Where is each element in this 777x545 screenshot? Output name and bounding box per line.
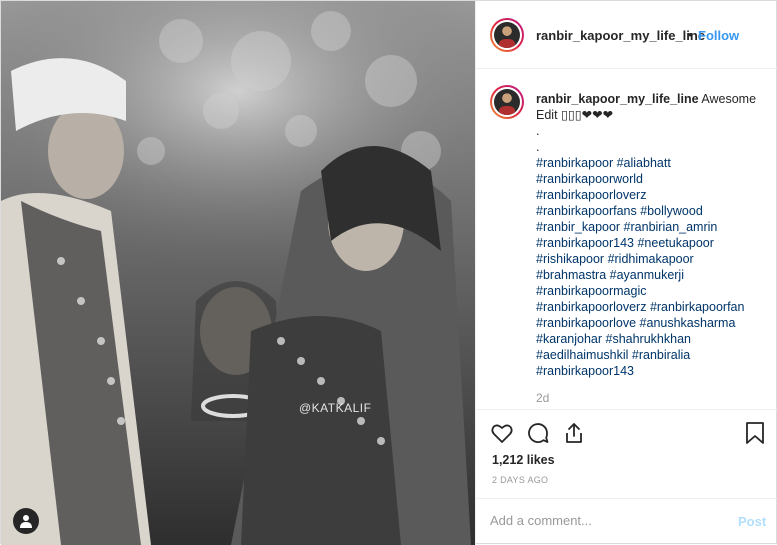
separator-dot: •: [688, 27, 693, 42]
caption-username[interactable]: ranbir_kapoor_my_life_line: [536, 92, 699, 106]
tagged-users-button[interactable]: [13, 508, 39, 534]
post-photo[interactable]: @KATKALIF: [1, 1, 475, 545]
hashtag-line[interactable]: #ranbirkapoorloverz #ranbirkapoorfan: [536, 299, 768, 315]
hashtag-line[interactable]: #karanjohar #shahrukhkhan: [536, 331, 768, 347]
user-tag-icon: [20, 515, 32, 528]
hashtag-line[interactable]: #ranbir_kapoor #ranbirian_amrin: [536, 219, 768, 235]
wedding-photo-illustration: [1, 1, 475, 545]
hashtag-line[interactable]: #ranbirkapoorloverz: [536, 187, 768, 203]
hashtag-line[interactable]: #ranbirkapoormagic: [536, 283, 768, 299]
hashtag-line[interactable]: #ranbirkapoor143 #neetukapoor: [536, 235, 768, 251]
hashtag-line[interactable]: #ranbirkapoor #aliabhatt: [536, 155, 768, 171]
comment-icon: [528, 423, 549, 443]
post-header: ranbir_kapoor_my_life_line • Follow: [476, 1, 777, 69]
author-username[interactable]: ranbir_kapoor_my_life_line: [536, 28, 705, 43]
caption-line: .: [536, 140, 540, 154]
like-count[interactable]: 1,212 likes: [492, 453, 555, 467]
bookmark-icon: [746, 422, 764, 444]
hashtag-line[interactable]: #ranbirkapoor143: [536, 363, 768, 379]
save-button[interactable]: [744, 421, 766, 450]
heart-icon: [491, 424, 513, 443]
hashtag-line[interactable]: #rishikapoor #ridhimakapoor: [536, 251, 768, 267]
like-button[interactable]: [490, 421, 514, 450]
post-date: 2 DAYS AGO: [492, 475, 549, 485]
hashtag-line[interactable]: #brahmastra #ayanmukerji: [536, 267, 768, 283]
hashtag-line[interactable]: #ranbirkapoorfans #bollywood: [536, 203, 768, 219]
share-button[interactable]: [562, 421, 586, 450]
author-avatar[interactable]: [490, 18, 524, 52]
hashtag-line[interactable]: #aedilhaimushkil #ranbiralia: [536, 347, 768, 363]
caption-time-ago: 2d: [536, 391, 550, 405]
comment-input[interactable]: [490, 513, 720, 528]
hashtag-line[interactable]: #ranbirkapoorworld: [536, 171, 768, 187]
follow-button[interactable]: Follow: [698, 28, 739, 43]
caption-line: .: [536, 124, 540, 138]
comment-button[interactable]: [526, 421, 550, 450]
hashtag-list: #ranbirkapoor #aliabhatt #ranbirkapoorwo…: [536, 155, 768, 379]
post-sidebar: ranbir_kapoor_my_life_line • Follow ranb…: [475, 1, 777, 545]
caption-avatar[interactable]: [490, 85, 524, 119]
hashtag-line[interactable]: #ranbirkapoorlove #anushkasharma: [536, 315, 768, 331]
photo-watermark: @KATKALIF: [299, 401, 372, 415]
post-comment-button[interactable]: Post: [738, 514, 766, 529]
comment-bar: Post: [476, 498, 777, 545]
caption-text: ranbir_kapoor_my_life_line Awesome Edit …: [536, 91, 768, 379]
share-icon: [566, 423, 582, 443]
action-bar: 1,212 likes 2 DAYS AGO: [476, 409, 777, 505]
caption-section: ranbir_kapoor_my_life_line Awesome Edit …: [476, 69, 777, 409]
instagram-post-modal: @KATKALIF ranbir_kapoor_my_life_line • F…: [0, 0, 777, 545]
